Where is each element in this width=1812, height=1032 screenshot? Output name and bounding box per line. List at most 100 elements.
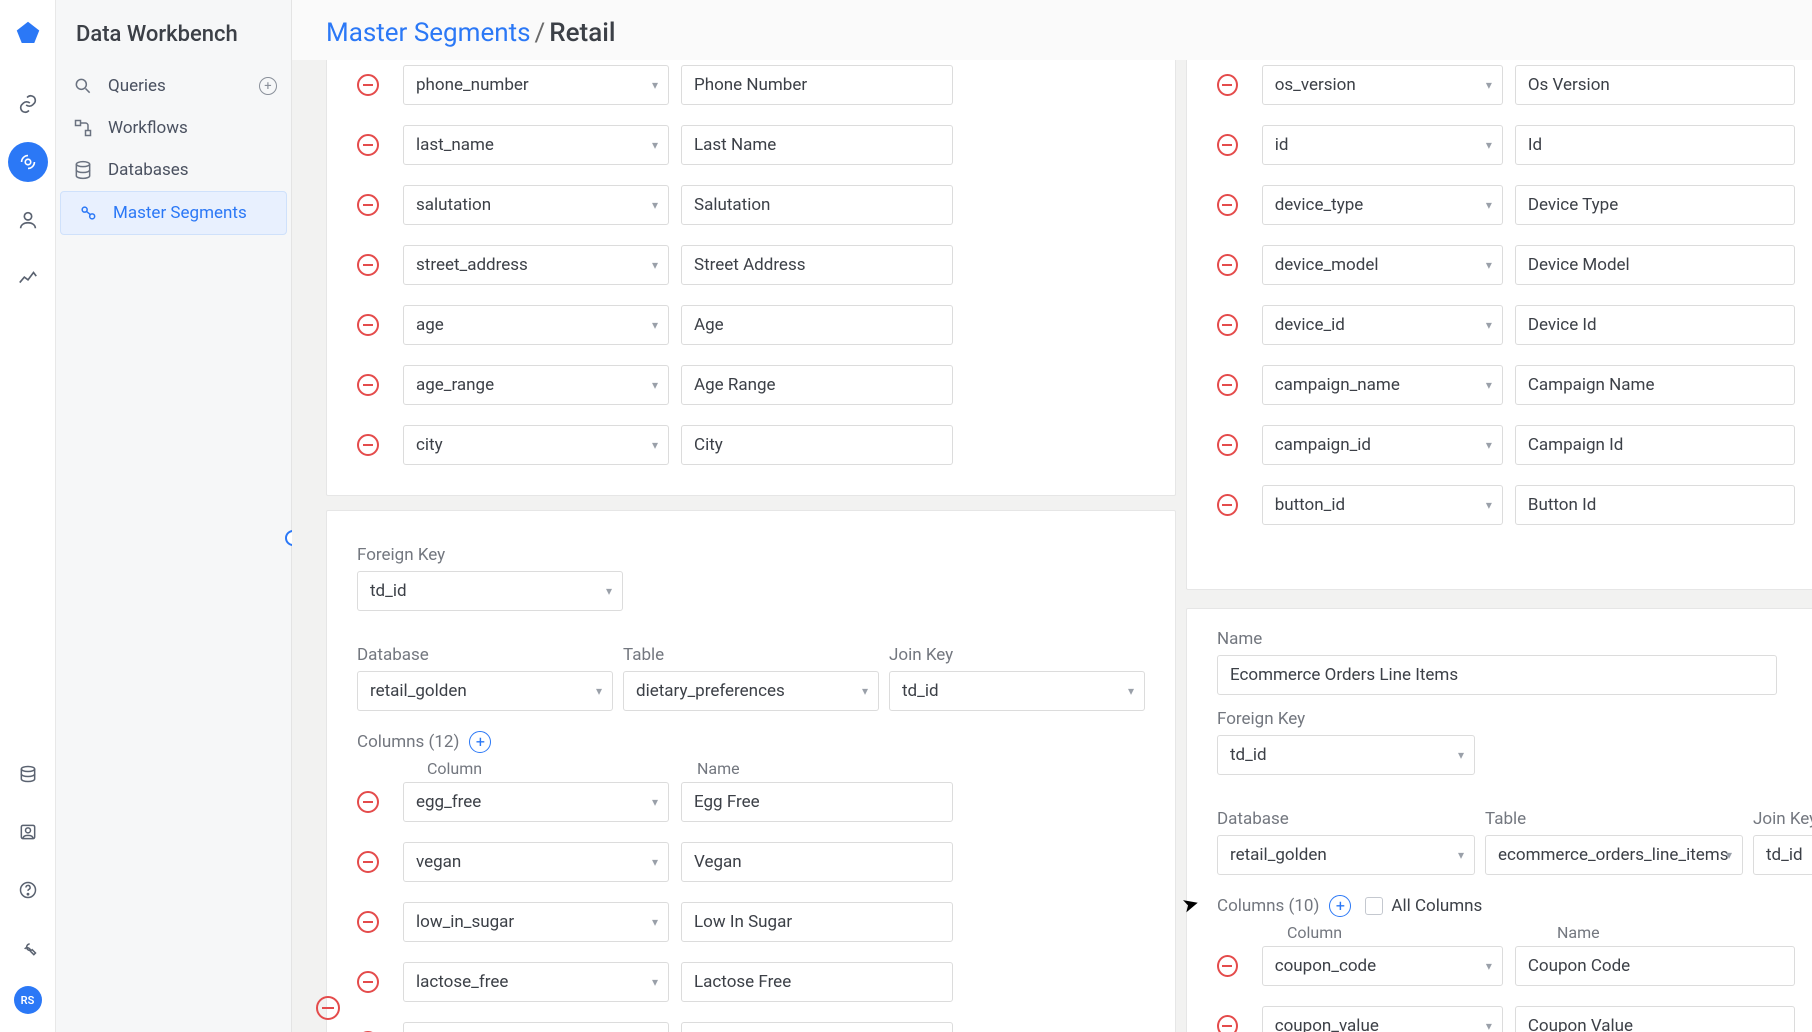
rail-stack-icon[interactable]: [8, 754, 48, 794]
name-input[interactable]: Ecommerce Orders Line Items: [1217, 655, 1777, 695]
db-select[interactable]: retail_golden▾: [1217, 835, 1475, 875]
icon-rail: RS: [0, 0, 56, 1032]
column-name-input[interactable]: Age: [681, 305, 953, 345]
canvas: phone_number▾ Phone Number last_name▾ La…: [292, 60, 1812, 1032]
search-icon: [72, 75, 94, 97]
rail-person-icon[interactable]: [8, 200, 48, 240]
remove-column-button[interactable]: [357, 134, 379, 156]
remove-column-button[interactable]: [1217, 74, 1238, 96]
column-name-input[interactable]: Device Model: [1515, 245, 1795, 285]
column-select[interactable]: device_id▾: [1262, 305, 1503, 345]
column-name-input[interactable]: Campaign Name: [1515, 365, 1795, 405]
remove-column-button[interactable]: [357, 194, 379, 216]
column-name-input[interactable]: Os Version: [1515, 65, 1795, 105]
column-name-input[interactable]: Street Address: [681, 245, 953, 285]
nav-databases[interactable]: Databases: [56, 149, 291, 191]
side-panel: Data Workbench Queries + Workflows Datab…: [56, 0, 292, 1032]
remove-column-button[interactable]: [1217, 134, 1238, 156]
column-row: button_id▾ Button Id: [1217, 485, 1795, 525]
column-name-input[interactable]: Campaign Id: [1515, 425, 1795, 465]
column-name-input[interactable]: Coupon Code: [1515, 946, 1795, 986]
add-column-button[interactable]: +: [1329, 895, 1351, 917]
column-name-input[interactable]: Low In Salt: [681, 1022, 953, 1032]
column-select[interactable]: salutation▾: [403, 185, 669, 225]
column-name-input[interactable]: Egg Free: [681, 782, 953, 822]
column-select[interactable]: os_version▾: [1262, 65, 1503, 105]
nav-queries[interactable]: Queries +: [56, 65, 291, 107]
remove-column-button[interactable]: [357, 791, 379, 813]
rail-chart-icon[interactable]: [8, 258, 48, 298]
column-name-input[interactable]: Device Id: [1515, 305, 1795, 345]
nav-label: Databases: [108, 160, 189, 180]
column-select[interactable]: street_address▾: [403, 245, 669, 285]
column-select[interactable]: egg_free▾: [403, 782, 669, 822]
remove-column-button[interactable]: [1217, 1015, 1238, 1032]
remove-column-button[interactable]: [1217, 955, 1238, 977]
column-select[interactable]: id▾: [1262, 125, 1503, 165]
column-select[interactable]: campaign_id▾: [1262, 425, 1503, 465]
remove-column-button[interactable]: [1217, 194, 1238, 216]
rail-workbench-icon[interactable]: [8, 142, 48, 182]
remove-column-button[interactable]: [357, 314, 379, 336]
column-name-input[interactable]: Low In Sugar: [681, 902, 953, 942]
remove-column-button[interactable]: [1217, 314, 1238, 336]
user-avatar[interactable]: RS: [14, 986, 42, 1014]
column-select[interactable]: device_model▾: [1262, 245, 1503, 285]
nav-workflows[interactable]: Workflows: [56, 107, 291, 149]
column-name-input[interactable]: Device Type: [1515, 185, 1795, 225]
rail-help-icon[interactable]: [8, 870, 48, 910]
column-select[interactable]: campaign_name▾: [1262, 365, 1503, 405]
table-select[interactable]: dietary_preferences▾: [623, 671, 879, 711]
column-select[interactable]: last_name▾: [403, 125, 669, 165]
joinkey-select[interactable]: td_id▾: [889, 671, 1145, 711]
table-select[interactable]: ecommerce_orders_line_items▾: [1485, 835, 1743, 875]
column-select[interactable]: low_in_salt▾: [403, 1022, 669, 1032]
column-select[interactable]: phone_number▾: [403, 65, 669, 105]
column-select[interactable]: low_in_sugar▾: [403, 902, 669, 942]
remove-column-button[interactable]: [357, 434, 379, 456]
column-name-input[interactable]: Id: [1515, 125, 1795, 165]
nav-master-segments[interactable]: Master Segments: [60, 191, 287, 235]
column-name-input[interactable]: Age Range: [681, 365, 953, 405]
fk-select[interactable]: td_id▾: [1217, 735, 1475, 775]
column-select[interactable]: coupon_value▾: [1262, 1006, 1503, 1032]
remove-section-button[interactable]: [316, 996, 340, 1020]
column-select[interactable]: age_range▾: [403, 365, 669, 405]
fk-select[interactable]: td_id ▾: [357, 571, 623, 611]
column-name-input[interactable]: Salutation: [681, 185, 953, 225]
column-select[interactable]: lactose_free▾: [403, 962, 669, 1002]
breadcrumb-parent[interactable]: Master Segments: [326, 18, 531, 48]
column-select[interactable]: vegan▾: [403, 842, 669, 882]
column-name-input[interactable]: City: [681, 425, 953, 465]
column-name-input[interactable]: Phone Number: [681, 65, 953, 105]
remove-column-button[interactable]: [357, 851, 379, 873]
joinkey-select[interactable]: td_id: [1753, 835, 1812, 875]
add-column-button[interactable]: +: [469, 731, 491, 753]
column-select[interactable]: device_type▾: [1262, 185, 1503, 225]
remove-column-button[interactable]: [1217, 494, 1238, 516]
rail-user-icon[interactable]: [8, 812, 48, 852]
remove-column-button[interactable]: [357, 911, 379, 933]
db-select[interactable]: retail_golden▾: [357, 671, 613, 711]
remove-column-button[interactable]: [1217, 254, 1238, 276]
rail-wrench-icon[interactable]: [8, 928, 48, 968]
remove-column-button[interactable]: [357, 74, 379, 96]
column-name-input[interactable]: Coupon Value: [1515, 1006, 1795, 1032]
remove-column-button[interactable]: [1217, 434, 1238, 456]
column-name-input[interactable]: Lactose Free: [681, 962, 953, 1002]
remove-column-button[interactable]: [1217, 374, 1238, 396]
column-select[interactable]: age▾: [403, 305, 669, 345]
column-select[interactable]: coupon_code▾: [1262, 946, 1503, 986]
rail-link-icon[interactable]: [8, 84, 48, 124]
remove-column-button[interactable]: [357, 971, 379, 993]
column-select[interactable]: city▾: [403, 425, 669, 465]
column-name-input[interactable]: Button Id: [1515, 485, 1795, 525]
column-name-input[interactable]: Last Name: [681, 125, 953, 165]
column-row: device_id▾ Device Id: [1217, 305, 1795, 345]
remove-column-button[interactable]: [357, 374, 379, 396]
all-columns-checkbox[interactable]: [1365, 897, 1383, 915]
column-select[interactable]: button_id▾: [1262, 485, 1503, 525]
remove-column-button[interactable]: [357, 254, 379, 276]
column-name-input[interactable]: Vegan: [681, 842, 953, 882]
add-query-icon[interactable]: +: [259, 77, 277, 95]
